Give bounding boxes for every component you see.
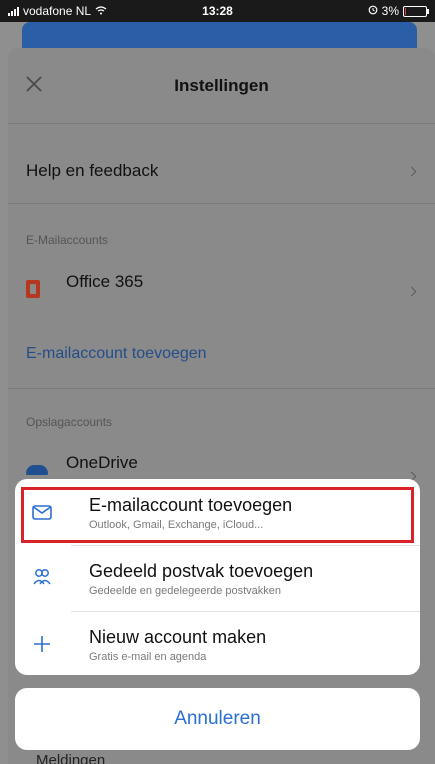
highlight-box — [21, 487, 414, 543]
office-logo-icon — [26, 280, 40, 298]
battery-fill — [405, 7, 406, 15]
status-bar: vodafone NL 13:28 3% — [0, 0, 435, 22]
chevron-right-icon — [406, 166, 417, 177]
option-subtitle: Gedeelde en gedelegeerde postvakken — [89, 585, 282, 597]
settings-row-office365[interactable]: Office 365 — [8, 258, 435, 313]
divider — [8, 388, 435, 389]
onedrive-cloud-icon — [26, 465, 48, 475]
settings-header: Instellingen — [8, 48, 435, 123]
section-label-storage: Opslagaccounts — [26, 415, 113, 429]
plus-icon — [31, 633, 53, 655]
peek-row-label: Meldingen — [36, 752, 106, 764]
cancel-button[interactable]: Annuleren — [15, 688, 420, 750]
option-subtitle: Gratis e-mail en agenda — [89, 651, 207, 663]
section-label-email: E-Mailaccounts — [26, 233, 109, 247]
phone-screen: vodafone NL 13:28 3% Instellingen Help e… — [0, 0, 435, 764]
settings-row-onedrive[interactable]: OneDrive — [8, 443, 435, 483]
status-right: 3% — [368, 4, 429, 18]
battery-icon — [403, 5, 429, 17]
onedrive-label: OneDrive — [66, 453, 138, 472]
settings-row-help[interactable]: Help en feedback — [8, 143, 435, 193]
add-email-link-row[interactable]: E-mailaccount toevoegen — [8, 333, 435, 373]
office365-label: Office 365 — [66, 272, 144, 291]
option-title: Nieuw account maken — [89, 627, 267, 647]
help-feedback-label: Help en feedback — [26, 161, 159, 180]
page-title: Instellingen — [174, 76, 269, 95]
chevron-right-icon — [406, 286, 417, 297]
option-title: Gedeeld postvak toevoegen — [89, 561, 314, 581]
divider — [8, 203, 435, 204]
alarm-icon — [368, 4, 378, 18]
shared-people-icon — [31, 567, 53, 589]
add-shared-mailbox-option[interactable]: Gedeeld postvak toevoegen Gedeelde en ge… — [15, 545, 420, 611]
add-email-link[interactable]: E-mailaccount toevoegen — [26, 345, 207, 363]
battery-percent: 3% — [381, 4, 399, 18]
create-new-account-option[interactable]: Nieuw account maken Gratis e-mail en age… — [15, 611, 420, 675]
divider — [8, 123, 435, 124]
